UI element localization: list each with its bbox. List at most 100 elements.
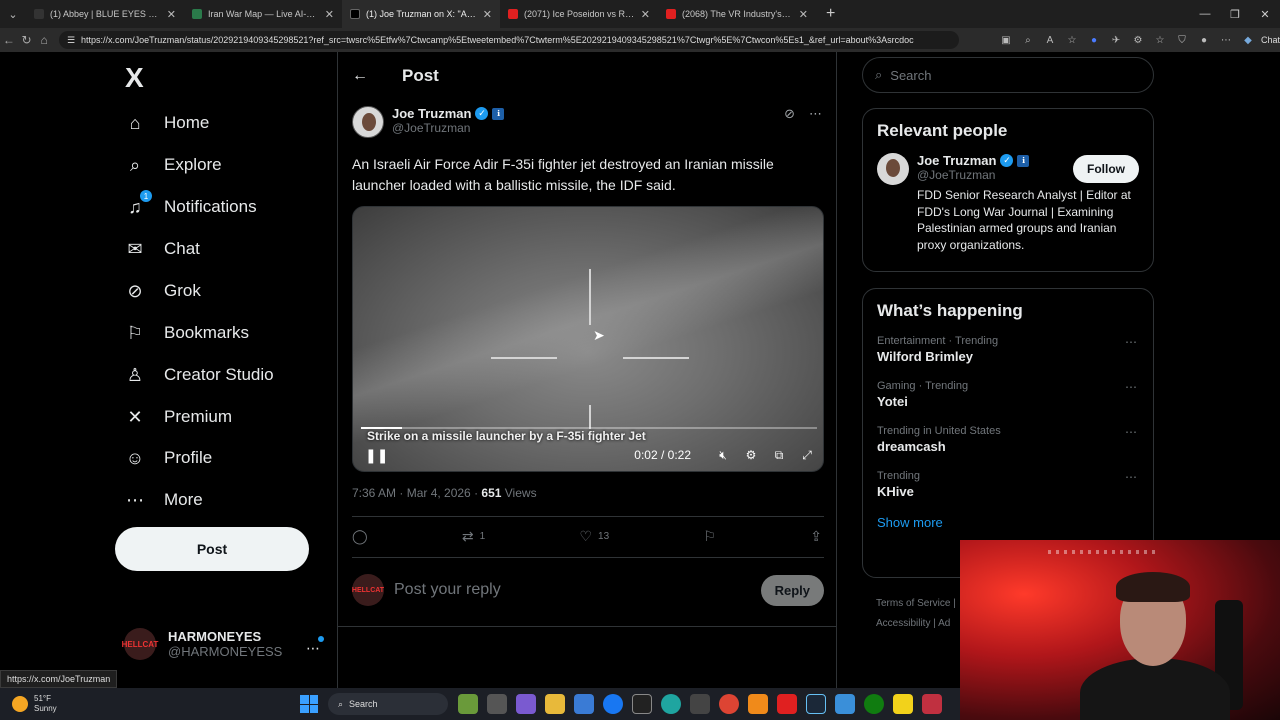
browser-tab-4[interactable]: (2071) Ice Poseidon vs Rich Politic ✕ bbox=[500, 0, 658, 28]
steam-icon[interactable] bbox=[806, 694, 826, 714]
zoom-icon[interactable]: ⌕ bbox=[1021, 33, 1035, 47]
author-name[interactable]: Joe Truzman bbox=[392, 106, 471, 121]
avatar[interactable] bbox=[352, 106, 384, 138]
post-button[interactable]: Post bbox=[115, 527, 309, 571]
weather-widget[interactable]: 51°F Sunny bbox=[0, 694, 300, 714]
nav-explore[interactable]: ⌕ Explore bbox=[124, 154, 222, 176]
extension-icon[interactable]: ▣ bbox=[999, 33, 1013, 47]
pip-icon[interactable]: ⧉ bbox=[771, 448, 787, 463]
nav-premium[interactable]: ✕ Premium bbox=[124, 406, 232, 428]
home-icon[interactable]: ⌂ bbox=[35, 28, 53, 52]
reply-button[interactable]: Reply bbox=[760, 574, 824, 606]
calculator-icon[interactable] bbox=[690, 694, 710, 714]
more-icon[interactable]: ⋯ bbox=[809, 106, 822, 122]
tab-search-icon[interactable]: ⌄ bbox=[0, 0, 26, 28]
share-button[interactable]: ⇪ bbox=[810, 528, 822, 545]
close-window-icon[interactable]: ✕ bbox=[1250, 0, 1280, 28]
search-input[interactable]: ⌕ Search bbox=[862, 57, 1154, 93]
minimize-icon[interactable]: — bbox=[1190, 0, 1220, 28]
amazon-icon[interactable] bbox=[632, 694, 652, 714]
copilot-icon[interactable] bbox=[516, 694, 536, 714]
favorite-icon[interactable]: ☆ bbox=[1065, 33, 1079, 47]
close-tab-icon[interactable]: ✕ bbox=[641, 8, 650, 21]
grok-icon[interactable]: ⊘ bbox=[784, 106, 795, 122]
trend-item[interactable]: Gaming · Trending Yotei ⋯ bbox=[863, 372, 1153, 417]
like-button[interactable]: ♡ 13 bbox=[579, 528, 609, 545]
close-tab-icon[interactable]: ✕ bbox=[325, 8, 334, 21]
taskbar-search[interactable]: ⌕ Search bbox=[328, 693, 448, 715]
browser-tab-2[interactable]: Iran War Map — Live AI-powered ✕ bbox=[184, 0, 342, 28]
copilot-icon[interactable]: ◆ bbox=[1241, 33, 1255, 47]
new-tab-icon[interactable]: + bbox=[816, 5, 845, 23]
author-handle[interactable]: @JoeTruzman bbox=[392, 121, 504, 135]
show-more-link[interactable]: Show more bbox=[863, 507, 1153, 544]
nav-grok[interactable]: ⊘ Grok bbox=[124, 280, 200, 302]
footer-link[interactable]: Accessibility bbox=[876, 618, 930, 629]
extension-icon[interactable]: ✈ bbox=[1109, 33, 1123, 47]
task-view-icon[interactable] bbox=[487, 694, 507, 714]
reload-icon[interactable]: ↻ bbox=[18, 28, 36, 52]
back-icon[interactable]: ← bbox=[0, 28, 18, 52]
bookmark-button[interactable]: ⚐ bbox=[703, 528, 716, 545]
file-explorer-icon[interactable] bbox=[545, 694, 565, 714]
reply-input[interactable]: Post your reply bbox=[394, 581, 751, 599]
site-info-icon[interactable]: ☰ bbox=[67, 35, 75, 46]
browser-tab-3[interactable]: (1) Joe Truzman on X: "An Israeli A ✕ bbox=[342, 0, 500, 28]
nav-chat[interactable]: ✉ Chat bbox=[124, 238, 199, 260]
settings-icon[interactable]: ⚙ bbox=[743, 448, 759, 462]
url-field[interactable]: ☰ https://x.com/JoeTruzman/status/2029219… bbox=[58, 31, 959, 49]
nav-notifications[interactable]: ♫ 1 Notifications bbox=[124, 190, 257, 218]
more-icon[interactable]: ⋯ bbox=[1125, 380, 1137, 394]
close-tab-icon[interactable]: ✕ bbox=[799, 8, 808, 21]
browser-tab-1[interactable]: (1) Abbey | BLUE EYES on X: "The ✕ bbox=[26, 0, 184, 28]
back-arrow-icon[interactable]: ← bbox=[352, 67, 368, 85]
more-icon[interactable]: ⋯ bbox=[306, 640, 320, 657]
more-icon[interactable]: ⋯ bbox=[1125, 335, 1137, 349]
follow-button[interactable]: Follow bbox=[1073, 155, 1139, 183]
extension-icon[interactable]: ● bbox=[1087, 33, 1101, 47]
maximize-icon[interactable]: ❐ bbox=[1220, 0, 1250, 28]
avatar[interactable] bbox=[877, 153, 909, 185]
app-icon[interactable] bbox=[835, 694, 855, 714]
more-icon[interactable]: ⋯ bbox=[1125, 425, 1137, 439]
shield-icon[interactable]: ⛉ bbox=[1175, 33, 1189, 47]
browser-tab-5[interactable]: (2068) The VR Industry's Great Re ✕ bbox=[658, 0, 816, 28]
person-name[interactable]: Joe Truzman bbox=[917, 153, 996, 168]
facebook-icon[interactable] bbox=[603, 694, 623, 714]
nav-more[interactable]: ⋯ More bbox=[124, 489, 203, 511]
footer-link[interactable]: Terms of Service bbox=[876, 598, 950, 609]
close-tab-icon[interactable]: ✕ bbox=[483, 8, 492, 21]
repost-button[interactable]: ⇄ 1 bbox=[462, 528, 485, 545]
nav-bookmarks[interactable]: ⚐ Bookmarks bbox=[124, 322, 249, 344]
vlc-icon[interactable] bbox=[748, 694, 768, 714]
chrome-icon[interactable] bbox=[719, 694, 739, 714]
close-tab-icon[interactable]: ✕ bbox=[167, 8, 176, 21]
edge-icon[interactable] bbox=[661, 694, 681, 714]
footer-link[interactable]: Ad bbox=[938, 618, 950, 629]
reply-button[interactable]: ◯ bbox=[352, 528, 368, 545]
collections-icon[interactable]: ☆ bbox=[1153, 33, 1167, 47]
youtube-icon[interactable] bbox=[777, 694, 797, 714]
mute-icon[interactable]: 🔇︎ bbox=[715, 448, 731, 463]
widgets-icon[interactable] bbox=[458, 694, 478, 714]
account-switcher[interactable]: HELLCAT HARMONEYES @HARMONEYESS ⋯ bbox=[122, 628, 324, 660]
nav-creator-studio[interactable]: ♙ Creator Studio bbox=[124, 364, 274, 386]
trend-item[interactable]: Entertainment · Trending Wilford Brimley ⋯ bbox=[863, 327, 1153, 372]
windows-start-icon[interactable] bbox=[300, 695, 318, 713]
trend-item[interactable]: Trending in United States dreamcash ⋯ bbox=[863, 417, 1153, 462]
nav-profile[interactable]: ☺ Profile bbox=[124, 447, 212, 469]
chat-label[interactable]: Chat bbox=[1261, 35, 1280, 45]
profile-icon[interactable]: ● bbox=[1197, 33, 1211, 47]
fullscreen-icon[interactable]: ⤢ bbox=[799, 448, 815, 463]
x-logo-icon[interactable]: X bbox=[125, 62, 144, 94]
person-handle[interactable]: @JoeTruzman bbox=[917, 168, 1029, 182]
xbox-icon[interactable] bbox=[864, 694, 884, 714]
pause-icon[interactable]: ❚❚ bbox=[365, 447, 388, 464]
notes-icon[interactable] bbox=[893, 694, 913, 714]
video-player[interactable]: ➤ Strike on a missile launcher by a F-35… bbox=[352, 206, 824, 472]
trend-item[interactable]: Trending KHive ⋯ bbox=[863, 462, 1153, 507]
more-icon[interactable]: ⋯ bbox=[1125, 470, 1137, 484]
nav-home[interactable]: ⌂ Home bbox=[124, 112, 210, 134]
store-icon[interactable] bbox=[574, 694, 594, 714]
post-timestamp[interactable]: 7:36 AM · Mar 4, 2026 · bbox=[352, 486, 481, 500]
